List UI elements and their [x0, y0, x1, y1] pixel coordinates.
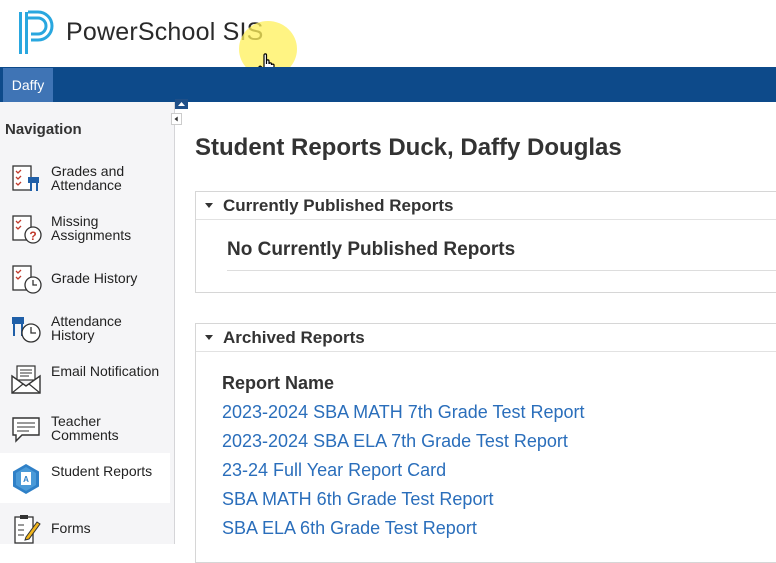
- sidebar-item-label: Attendance History: [51, 313, 122, 343]
- navigation-title: Navigation: [5, 121, 82, 138]
- caret-down-icon: [205, 335, 213, 340]
- powerschool-logo-icon[interactable]: [18, 10, 56, 56]
- email-notification-icon: [11, 365, 41, 394]
- sidebar-item-email-notification[interactable]: Email Notification: [0, 353, 170, 403]
- sidebar-item-forms[interactable]: Forms: [0, 503, 170, 553]
- archived-reports-header[interactable]: Archived Reports: [196, 324, 776, 352]
- caret-down-icon: [205, 203, 213, 208]
- archived-reports-panel: Archived Reports Report Name 2023-2024 S…: [195, 323, 776, 563]
- missing-assignments-icon: ?: [12, 215, 42, 244]
- grades-attendance-icon: [12, 165, 39, 191]
- divider: [227, 270, 776, 271]
- sidebar-item-missing-assignments[interactable]: ? Missing Assignments: [0, 203, 170, 253]
- collapse-header-icon[interactable]: [175, 99, 188, 109]
- sidebar-item-label: Forms: [51, 520, 91, 536]
- page-title: Student Reports Duck, Daffy Douglas: [195, 134, 622, 161]
- sidebar-item-label: Grades and Attendance: [51, 163, 125, 193]
- collapse-sidebar-icon[interactable]: [171, 113, 182, 125]
- student-reports-icon: A: [13, 464, 39, 494]
- report-link[interactable]: 2023-2024 SBA MATH 7th Grade Test Report: [222, 402, 585, 423]
- report-link[interactable]: 2023-2024 SBA ELA 7th Grade Test Report: [222, 431, 568, 452]
- app-header: PowerSchool SIS: [0, 0, 776, 67]
- app-title: PowerSchool SIS: [66, 18, 264, 46]
- forms-icon: [14, 515, 41, 544]
- sidebar-item-grades-attendance[interactable]: Grades and Attendance: [0, 153, 170, 203]
- student-tab-daffy[interactable]: Daffy: [3, 68, 53, 102]
- attendance-history-icon: [12, 317, 41, 343]
- published-reports-panel: Currently Published Reports No Currently…: [195, 191, 776, 293]
- no-reports-message: No Currently Published Reports: [227, 239, 516, 260]
- teacher-comments-icon: [12, 417, 40, 443]
- svg-text:A: A: [23, 475, 29, 484]
- sidebar-item-student-reports[interactable]: A Student Reports: [0, 453, 170, 503]
- sidebar-item-label: Missing Assignments: [51, 213, 132, 243]
- sidebar-item-label: Student Reports: [51, 463, 153, 479]
- svg-text:?: ?: [29, 229, 36, 243]
- sidebar-item-grade-history[interactable]: Grade History: [0, 253, 170, 303]
- sidebar-item-label: Teacher Comments: [51, 413, 119, 443]
- report-link[interactable]: SBA MATH 6th Grade Test Report: [222, 489, 493, 510]
- grade-history-icon: [12, 265, 42, 294]
- report-link[interactable]: SBA ELA 6th Grade Test Report: [222, 518, 477, 539]
- published-reports-header[interactable]: Currently Published Reports: [196, 192, 776, 220]
- sidebar-item-label: Grade History: [51, 270, 138, 286]
- student-bar: [0, 67, 776, 102]
- archived-reports-title: Archived Reports: [223, 328, 365, 347]
- report-link[interactable]: 23-24 Full Year Report Card: [222, 460, 446, 481]
- sidebar-item-label: Email Notification: [51, 363, 160, 379]
- report-name-column-header: Report Name: [222, 373, 335, 393]
- published-reports-title: Currently Published Reports: [223, 196, 454, 215]
- sidebar-item-teacher-comments[interactable]: Teacher Comments: [0, 403, 170, 453]
- sidebar-item-attendance-history[interactable]: Attendance History: [0, 303, 170, 353]
